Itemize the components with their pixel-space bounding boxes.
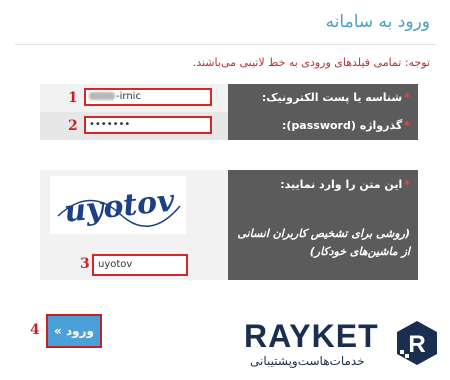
- captcha-input[interactable]: uyotov: [92, 254, 188, 276]
- step-number-3: 3: [80, 256, 90, 272]
- page-title: ورود به سامانه: [325, 12, 430, 32]
- brand-wordmark: RAYKET: [244, 318, 379, 354]
- password-label: *گذرواژه (password):: [228, 112, 418, 140]
- brand-tagline: خدمات‌هاست‌وپشتیبانی: [250, 354, 365, 368]
- required-star: *: [404, 119, 410, 132]
- email-field[interactable]: -irnic: [84, 88, 212, 106]
- captcha-image: uyotov: [50, 176, 186, 234]
- captcha-label: *این متن را وارد نمایید: (روشی برای تشخی…: [228, 170, 418, 280]
- brand-logo-icon: R: [397, 321, 437, 365]
- captcha-distorted-text: uyotov: [57, 183, 181, 230]
- required-star: *: [404, 178, 410, 191]
- login-button[interactable]: ورود »: [46, 314, 102, 348]
- title-divider: [14, 44, 436, 45]
- step-number-1: 1: [68, 90, 78, 106]
- captcha-hint: (روشی برای تشخیص کاربران انسانی از ماشین…: [237, 227, 410, 258]
- blurred-username: [89, 92, 115, 100]
- email-label: *شناسه یا پست الکترونیک:: [228, 84, 418, 112]
- svg-text:R: R: [408, 331, 425, 358]
- password-field[interactable]: •••••••: [84, 116, 212, 134]
- required-star: *: [404, 91, 410, 104]
- step-number-4: 4: [30, 322, 40, 338]
- password-row: *گذرواژه (password): •••••••: [40, 112, 418, 140]
- captcha-block: *این متن را وارد نمایید: (روشی برای تشخی…: [40, 170, 418, 280]
- email-row: *شناسه یا پست الکترونیک: -irnic: [40, 84, 418, 112]
- step-number-2: 2: [68, 118, 78, 134]
- latin-note: توجه: تمامی فیلدهای ورودی به خط لاتینی م…: [192, 56, 430, 69]
